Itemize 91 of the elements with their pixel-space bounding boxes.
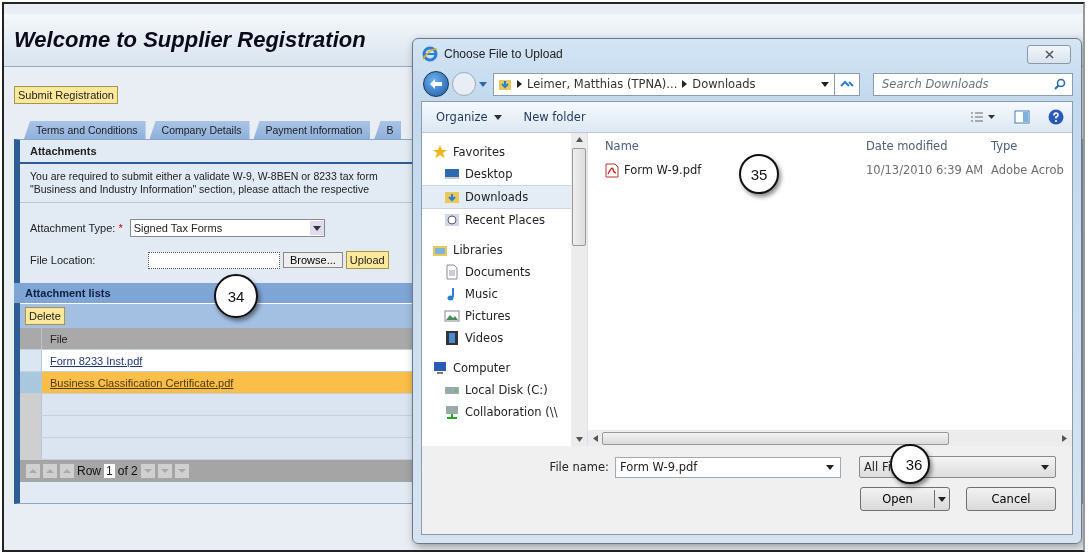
column-header[interactable]: Name xyxy=(588,139,858,153)
page-nav-icon[interactable] xyxy=(60,464,74,478)
address-bar[interactable]: Leimer, Matthias (TPNA)... Downloads xyxy=(493,72,860,96)
close-icon xyxy=(1044,49,1054,59)
column-header[interactable]: Date modified xyxy=(858,139,983,153)
row-number-field[interactable]: 1 xyxy=(104,464,115,478)
nav-item[interactable]: Music xyxy=(422,283,571,305)
scrollbar[interactable] xyxy=(571,133,587,446)
page-nav-icon[interactable] xyxy=(140,464,155,478)
caret-icon xyxy=(493,114,502,120)
file-item[interactable]: Form W-9.pdf xyxy=(624,163,702,177)
browse-button[interactable]: Browse... xyxy=(283,252,343,268)
view-options-icon[interactable] xyxy=(968,109,998,125)
nav-item[interactable]: Downloads xyxy=(422,185,571,209)
nav-group[interactable]: Computer xyxy=(422,357,571,379)
row-selector[interactable] xyxy=(20,350,42,371)
chevron-icon xyxy=(517,80,522,88)
column-header[interactable]: Type xyxy=(983,139,1072,153)
column-header: File xyxy=(49,331,68,347)
nav-group[interactable]: Favorites xyxy=(422,141,571,163)
delete-button[interactable]: Delete xyxy=(25,307,65,325)
list-title: Attachment lists xyxy=(25,287,111,299)
file-name-field[interactable]: Form W-9.pdf xyxy=(615,456,841,478)
page-nav-icon[interactable] xyxy=(174,464,189,478)
dropdown-arrow-icon xyxy=(938,496,946,502)
nav-item[interactable]: Recent Places xyxy=(422,209,571,231)
section-title: Attachments xyxy=(30,145,97,157)
back-arrow-icon xyxy=(429,78,443,90)
clock-icon xyxy=(444,212,460,228)
picture-icon xyxy=(444,308,460,324)
instruction-text: You are required to submit either a validate W-9, W-8BEN or 8233 tax form xyxy=(30,170,378,183)
tab[interactable]: Terms and Conditions xyxy=(24,121,146,139)
new-folder-button[interactable]: New folder xyxy=(519,108,590,126)
star-icon xyxy=(432,144,448,160)
search-icon xyxy=(1054,77,1066,90)
cancel-button[interactable]: Cancel xyxy=(966,487,1056,511)
field-label: Attachment Type: xyxy=(30,222,116,234)
scroll-left-icon[interactable] xyxy=(593,434,598,442)
submit-registration-button[interactable]: Submit Registration xyxy=(14,86,118,104)
dropdown-arrow-icon xyxy=(1041,464,1049,470)
nav-item[interactable]: Pictures xyxy=(422,305,571,327)
required-mark: * xyxy=(118,222,123,234)
history-caret-icon xyxy=(479,81,487,87)
pager-label: Row xyxy=(77,464,101,478)
pdf-icon xyxy=(605,162,619,178)
scrollbar[interactable] xyxy=(588,430,1072,446)
nav-item[interactable]: Documents xyxy=(422,261,571,283)
dialog-title: Choose File to Upload xyxy=(444,47,563,61)
film-icon xyxy=(444,330,460,346)
computer-icon xyxy=(432,360,448,376)
tab[interactable]: Company Details xyxy=(149,121,250,139)
pager-total: of 2 xyxy=(117,464,138,478)
page-title: Welcome to Supplier Registration xyxy=(14,27,366,53)
nav-item[interactable]: Local Disk (C:) xyxy=(422,379,571,401)
file-link[interactable]: Form 8233 Inst.pdf xyxy=(50,354,143,367)
field-label: File Location: xyxy=(30,254,97,266)
instruction-text: "Business and Industry Information" section, please attach the respective xyxy=(30,183,369,196)
field-label: File name: xyxy=(549,460,609,474)
network-drive-icon xyxy=(444,404,460,420)
page-nav-icon[interactable] xyxy=(26,464,40,478)
nav-item[interactable]: Videos xyxy=(422,327,571,349)
browser-icon xyxy=(422,46,438,62)
dropdown-arrow-icon xyxy=(821,81,829,87)
monitor-icon xyxy=(444,166,460,182)
nav-group[interactable]: Libraries xyxy=(422,239,571,261)
tab[interactable]: Payment Information xyxy=(253,121,371,139)
file-location-field[interactable] xyxy=(148,251,280,269)
search-field[interactable]: Search Downloads xyxy=(873,72,1073,96)
organize-button[interactable]: Organize xyxy=(432,108,506,126)
preview-pane-icon[interactable] xyxy=(1012,108,1032,126)
folder-icon xyxy=(444,189,460,205)
document-icon xyxy=(444,264,460,280)
open-button[interactable]: Open xyxy=(860,487,950,511)
dropdown-arrow-icon xyxy=(826,464,834,470)
file-date: 10/13/2010 6:39 AM xyxy=(865,163,983,177)
attachment-type-dropdown[interactable]: Signed Tax Forms xyxy=(129,219,325,237)
tab[interactable]: B xyxy=(374,121,402,139)
upload-button[interactable]: Upload xyxy=(345,251,389,269)
close-button[interactable] xyxy=(1027,44,1071,64)
nav-item[interactable]: Desktop xyxy=(422,163,571,185)
nav-item[interactable]: Collaboration (\\ xyxy=(422,401,571,423)
file-type: Adobe Acrob xyxy=(990,163,1065,177)
page-nav-icon[interactable] xyxy=(43,464,57,478)
scroll-right-icon[interactable] xyxy=(1062,434,1067,442)
folder-icon xyxy=(498,77,512,91)
help-icon[interactable] xyxy=(1046,107,1066,127)
page-nav-icon[interactable] xyxy=(157,464,172,478)
chevron-icon xyxy=(682,80,688,88)
file-link[interactable]: Business Classification Certificate.pdf xyxy=(50,376,234,389)
scroll-up-icon[interactable] xyxy=(575,137,583,142)
back-button[interactable] xyxy=(423,71,449,97)
